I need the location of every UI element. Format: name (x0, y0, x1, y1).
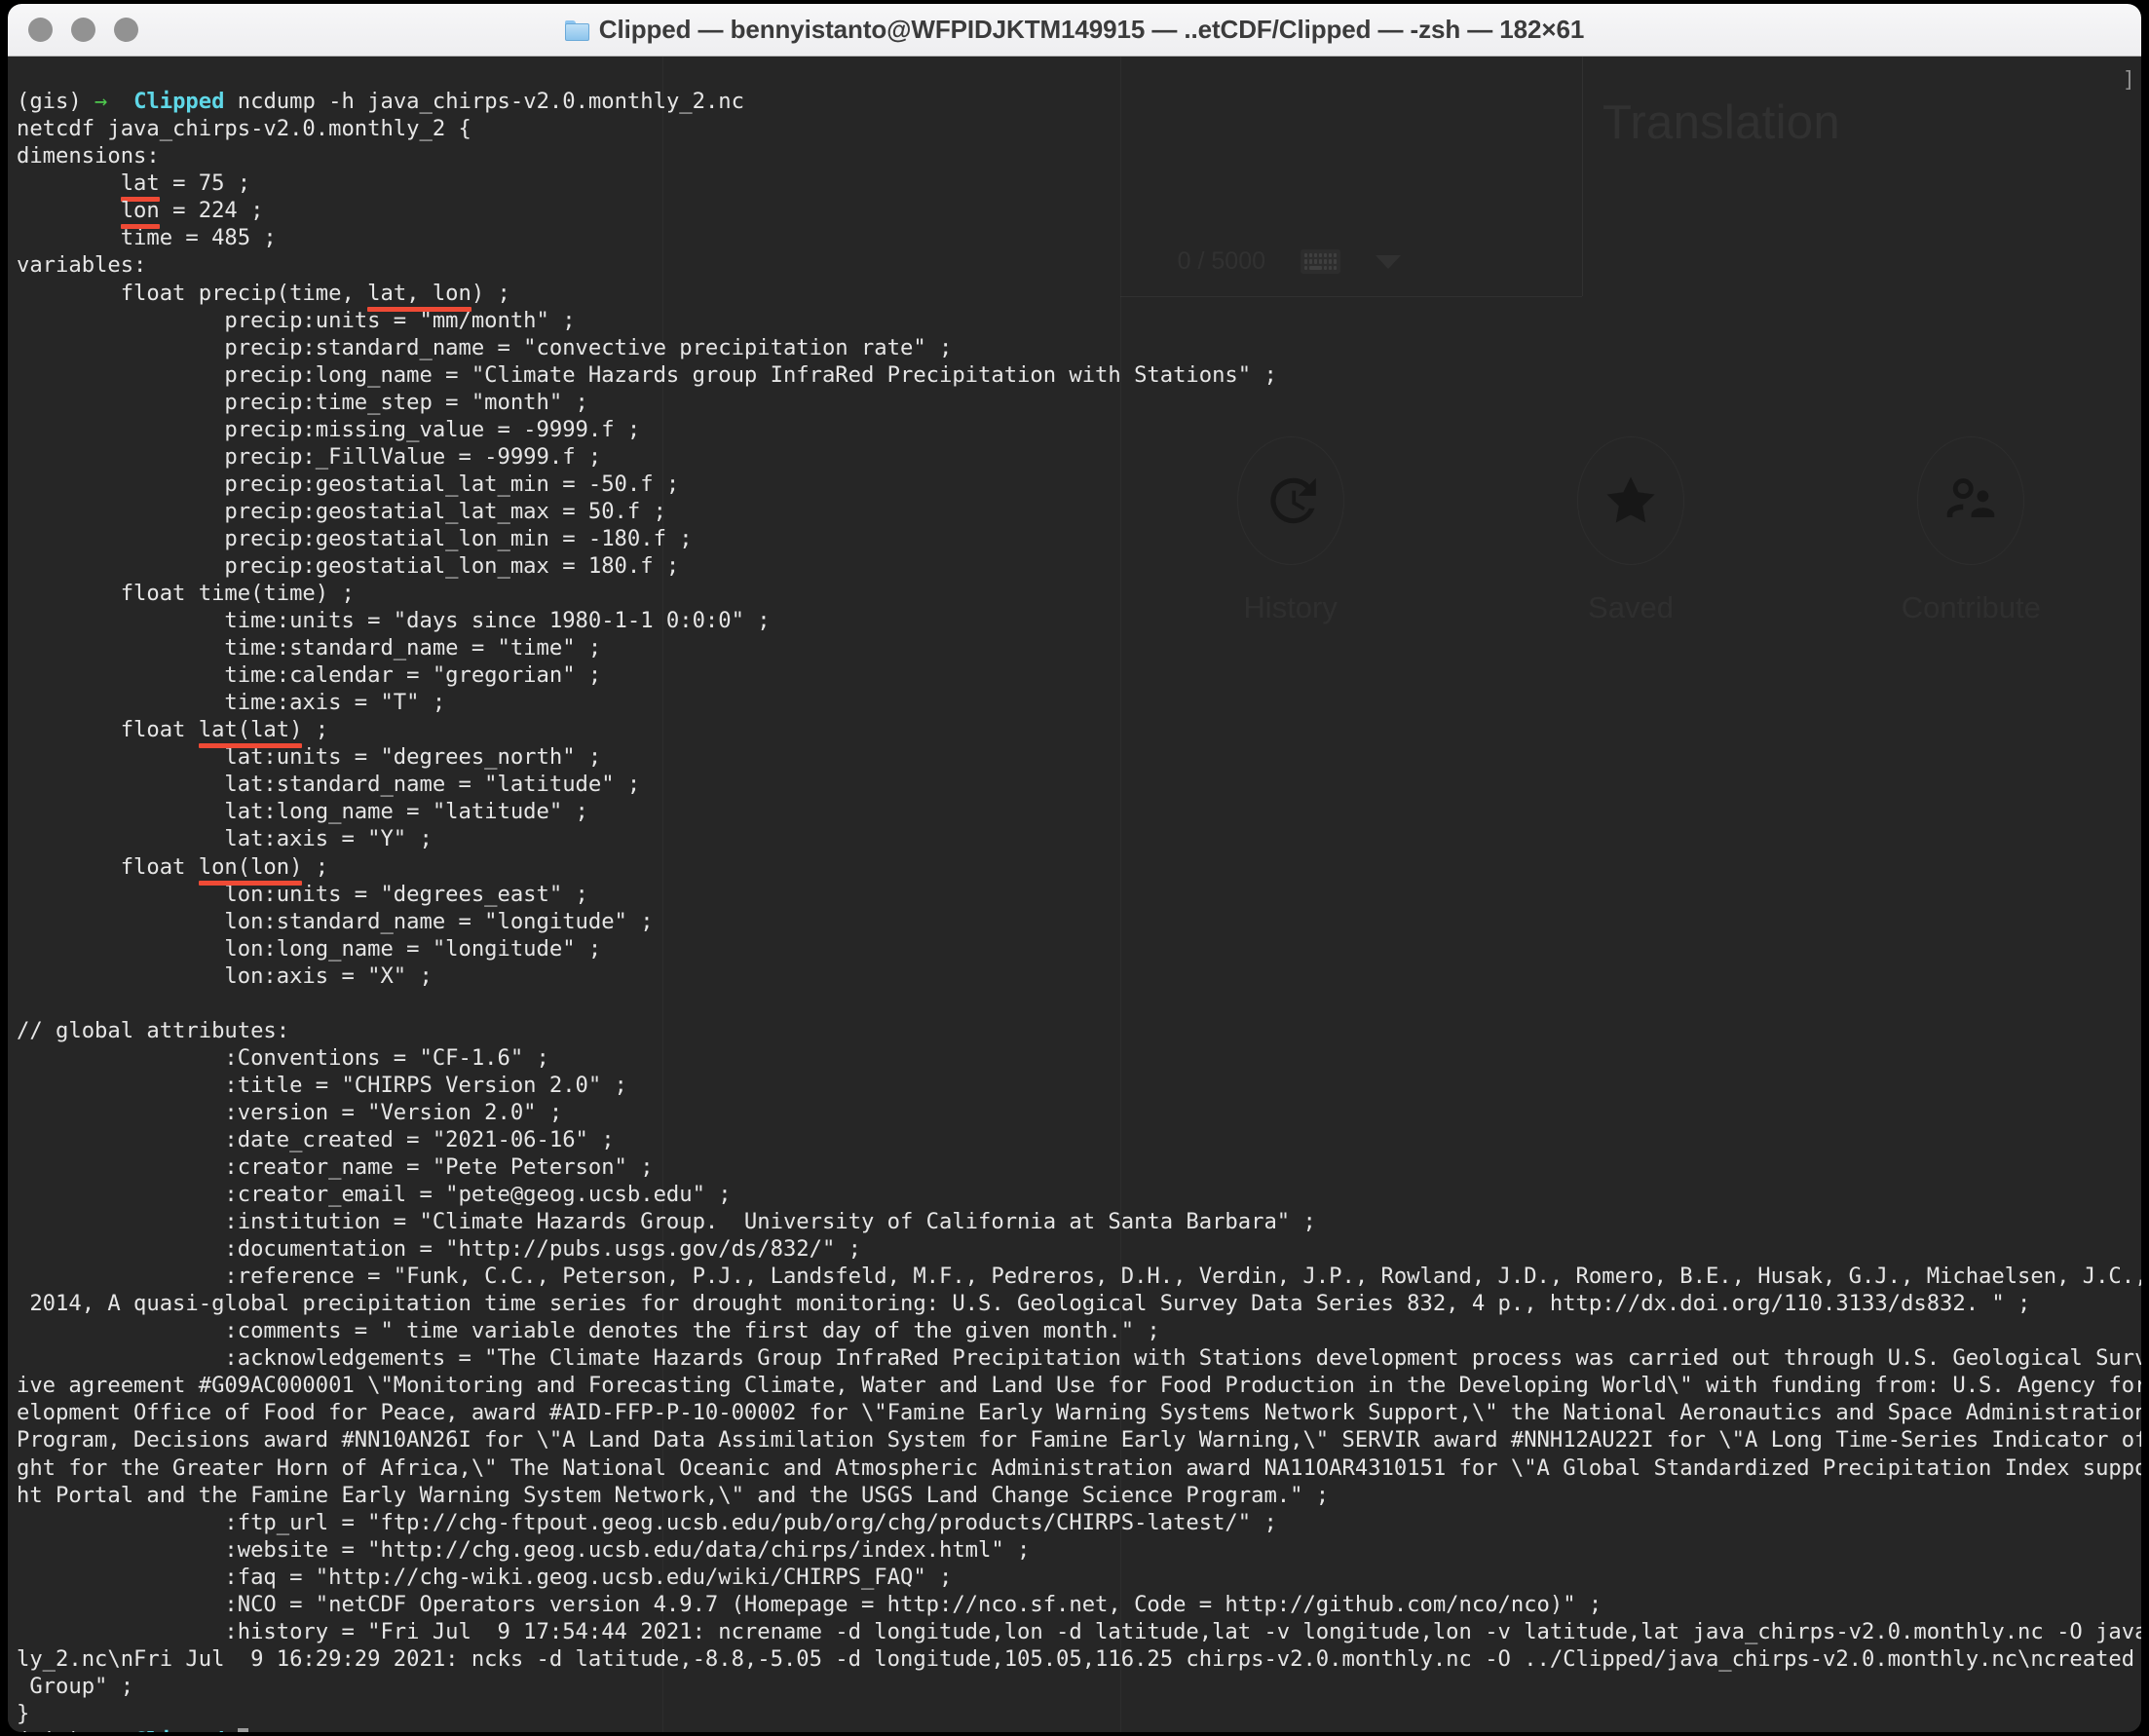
red-underline-highlight: lat (120, 170, 160, 203)
terminal-line: lat:axis = "Y" ; (17, 826, 433, 852)
traffic-light-group (28, 18, 138, 42)
terminal-line: time:standard_name = "time" ; (17, 635, 602, 661)
terminal-line: dimensions: (17, 143, 160, 170)
window-title-text: Clipped — bennyistanto@WFPIDJKTM149915 —… (598, 15, 1585, 44)
terminal-line: :website = "http://chg.geog.ucsb.edu/dat… (17, 1536, 1031, 1563)
terminal-line: lat:long_name = "latitude" ; (17, 799, 588, 825)
terminal-line: lon:axis = "X" ; (17, 962, 433, 989)
terminal-line: lat = 75 ; (120, 170, 251, 203)
folder-icon (564, 19, 590, 41)
terminal-line: :documentation = "http://pubs.usgs.gov/d… (17, 1236, 861, 1263)
terminal-line: 2014, A quasi-global precipitation time … (17, 1291, 2031, 1317)
terminal-line: :title = "CHIRPS Version 2.0" ; (17, 1072, 627, 1098)
terminal-text: (gis) → Clipped ncdump -h java_chirps-v2… (17, 88, 2141, 1732)
terminal-line: ive agreement #G09AC000001 \"Monitoring … (17, 1373, 2141, 1399)
terminal-line: lon:standard_name = "longitude" ; (17, 908, 654, 934)
close-button[interactable] (28, 18, 53, 42)
terminal-line: :date_created = "2021-06-16" ; (17, 1126, 615, 1152)
terminal-line: :ftp_url = "ftp://chg-ftpout.geog.ucsb.e… (17, 1509, 1277, 1535)
terminal-line: :creator_email = "pete@geog.ucsb.edu" ; (17, 1182, 732, 1208)
terminal-line: time:axis = "T" ; (17, 690, 446, 716)
terminal-line: precip:units = "mm/month" ; (17, 307, 576, 333)
window-title: Clipped — bennyistanto@WFPIDJKTM149915 —… (8, 15, 2141, 45)
terminal-line: lon:long_name = "longitude" ; (17, 935, 602, 962)
terminal-line: elopment Office of Food for Peace, award… (17, 1400, 2141, 1426)
terminal-line: time = 485 ; (17, 225, 277, 251)
prompt-env: (gis) (17, 1728, 82, 1732)
terminal-line: precip:missing_value = -9999.f ; (17, 416, 641, 442)
terminal-line: :Conventions = "CF-1.6" ; (17, 1044, 549, 1071)
terminal-line: ght for the Greater Horn of Africa,\" Th… (17, 1454, 2141, 1481)
terminal-line: float lon(lon) ; (17, 853, 329, 886)
zoom-button[interactable] (114, 18, 138, 42)
terminal-line: time:calendar = "gregorian" ; (17, 662, 602, 689)
terminal-line: netcdf java_chirps-v2.0.monthly_2 { (17, 116, 471, 142)
window-title-bar[interactable]: Clipped — bennyistanto@WFPIDJKTM149915 —… (8, 4, 2141, 57)
red-underline-highlight: lon(lon) (198, 853, 303, 886)
terminal-line: :creator_name = "Pete Peterson" ; (17, 1154, 654, 1181)
terminal-line: :acknowledgements = "The Climate Hazards… (224, 1345, 2141, 1372)
terminal-window: Clipped — bennyistanto@WFPIDJKTM149915 —… (8, 4, 2141, 1732)
red-underline-highlight: lat(lat) (198, 717, 303, 749)
terminal-line: precip:time_step = "month" ; (17, 389, 588, 415)
terminal-line: Group" ; (17, 1673, 134, 1699)
terminal-line: float precip(time, lat, lon) ; (17, 280, 510, 312)
minimize-button[interactable] (71, 18, 95, 42)
terminal-line: :version = "Version 2.0" ; (17, 1099, 563, 1125)
terminal-line: Program, Decisions award #NN10AN26I for … (17, 1427, 2141, 1453)
terminal-line: float lat(lat) ; (17, 717, 329, 749)
prompt-directory: Clipped (133, 1728, 224, 1732)
terminal-line: precip:standard_name = "convective preci… (17, 334, 953, 360)
prompt-env: (gis) (17, 89, 82, 115)
terminal-line: lon = 224 ; (120, 198, 264, 230)
terminal-line: :comments = " time variable denotes the … (17, 1318, 1160, 1344)
terminal-line: lat:standard_name = "latitude" ; (17, 772, 641, 798)
terminal-line: precip:geostatial_lon_min = -180.f ; (17, 525, 693, 551)
terminal-line: // global attributes: (17, 1017, 290, 1043)
terminal-line: precip:geostatial_lat_min = -50.f ; (17, 471, 680, 497)
terminal-line: } (17, 1700, 30, 1726)
prompt-arrow-icon: → (94, 1728, 107, 1732)
terminal-line: float time(time) ; (17, 581, 355, 607)
red-underline-highlight: lat, lon (367, 280, 471, 312)
terminal-line: :faq = "http://chg-wiki.geog.ucsb.edu/wi… (17, 1564, 953, 1590)
terminal-line: precip:geostatial_lon_max = 180.f ; (17, 552, 680, 579)
terminal-output-area[interactable]: ] (gis) → Clipped ncdump -h java_chirps-… (8, 57, 2141, 1732)
terminal-line: lon:units = "degrees_east" ; (17, 881, 588, 907)
terminal-line: :reference = "Funk, C.C., Peterson, P.J.… (224, 1264, 2141, 1290)
terminal-line: precip:long_name = "Climate Hazards grou… (17, 361, 1277, 388)
terminal-line: time:units = "days since 1980-1-1 0:0:0"… (17, 608, 771, 634)
terminal-line: :history = "Fri Jul 9 17:54:44 2021: ncr… (224, 1618, 2141, 1644)
terminal-line: ht Portal and the Famine Early Warning S… (17, 1482, 1330, 1508)
terminal-line: precip:geostatial_lat_max = 50.f ; (17, 498, 666, 524)
terminal-line: precip:_FillValue = -9999.f ; (17, 443, 602, 470)
terminal-line: variables: (17, 252, 147, 279)
prompt-line: (gis) → Clipped ncdump -h java_chirps-v2… (17, 88, 2141, 115)
prompt-arrow-icon: → (94, 89, 108, 115)
prompt-command: ncdump -h java_chirps-v2.0.monthly_2.nc (224, 89, 744, 115)
trailing-prompt-line: (gis) → Clipped (17, 1727, 2141, 1732)
red-underline-highlight: lon (120, 198, 160, 230)
terminal-line: lat:units = "degrees_north" ; (17, 744, 602, 771)
terminal-line: :institution = "Climate Hazards Group. U… (17, 1209, 1316, 1235)
terminal-line: :NCO = "netCDF Operators version 4.9.7 (… (17, 1591, 1602, 1617)
terminal-line: ly_2.nc\nFri Jul 9 16:29:29 2021: ncks -… (17, 1645, 2135, 1672)
text-cursor (237, 1728, 248, 1732)
prompt-directory: Clipped (133, 89, 225, 115)
